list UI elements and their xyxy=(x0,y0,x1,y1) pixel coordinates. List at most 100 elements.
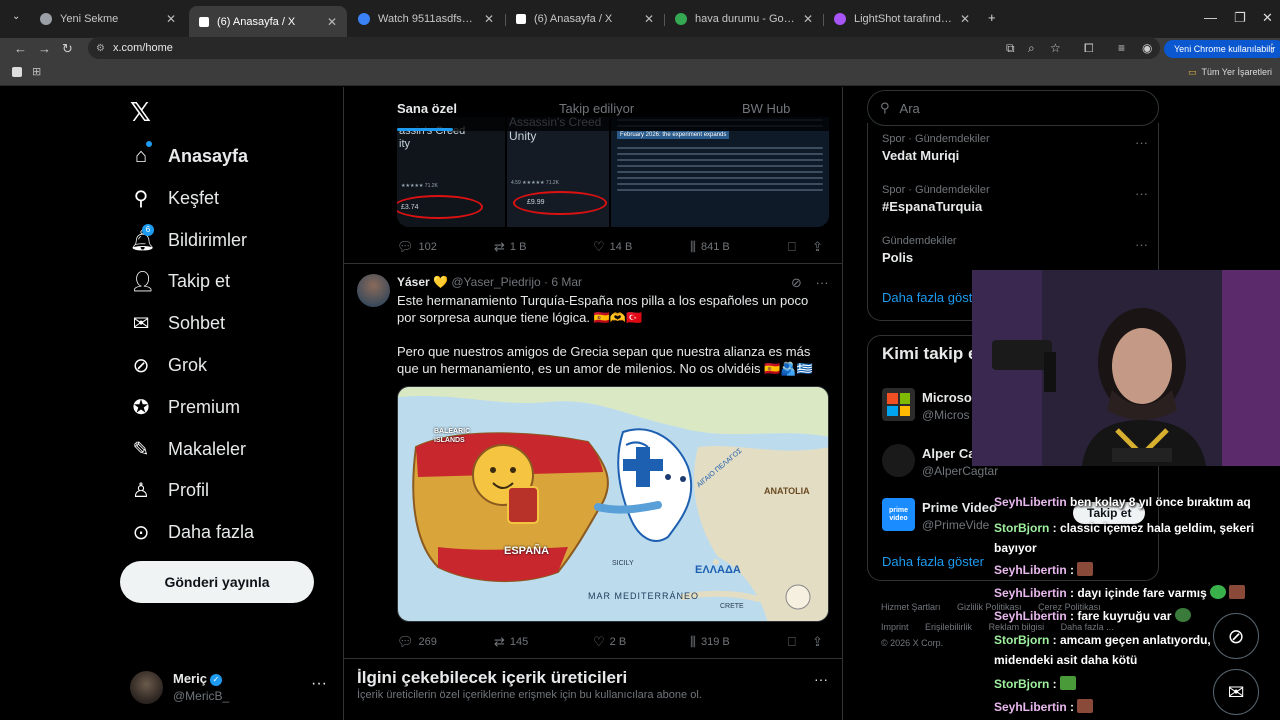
tab-4[interactable]: (6) Anasayfa / X ✕ xyxy=(506,6,664,32)
like-button[interactable]: ♡ 2 B xyxy=(593,634,626,650)
more-dots-icon[interactable]: ··· xyxy=(1135,237,1148,252)
views-button[interactable]: ⫼ 841 B xyxy=(690,239,730,255)
account-switcher[interactable]: Meriç ✓ @MericB_ ··· xyxy=(130,669,330,709)
site-info-icon[interactable]: ⚙ xyxy=(96,43,105,54)
grok-fab-icon[interactable]: ⊘ xyxy=(1213,613,1259,659)
apps-grid-icon[interactable]: ⊞ xyxy=(32,65,41,78)
nav-profile[interactable]: ♙ Profil xyxy=(130,474,209,506)
share-button[interactable]: ⇪ xyxy=(812,634,828,650)
reply-button[interactable]: 💬︎ 102 xyxy=(397,239,437,255)
tab-3[interactable]: Watch 9511asdfsgf4bgnb8a9we ✕ xyxy=(348,6,504,32)
avatar[interactable] xyxy=(357,274,390,307)
bookmark-button[interactable]: ⎕ xyxy=(788,634,801,650)
repost-button[interactable]: ⇄ 145 xyxy=(494,634,528,650)
tab-following[interactable]: Takip ediliyor xyxy=(559,101,634,116)
nav-explore[interactable]: ⚲ Keşfet xyxy=(130,182,219,214)
like-button[interactable]: ♡ 14 B xyxy=(593,239,632,255)
views-button[interactable]: ⫼ 319 B xyxy=(690,634,730,650)
chat-text: : xyxy=(1049,677,1061,691)
messages-fab-icon[interactable]: ✉ xyxy=(1213,669,1259,715)
url-field[interactable]: ⚙ x.com/home xyxy=(88,37,1160,59)
trend-item[interactable]: Spor · Gündemdekiler #EspanaTurquia ··· xyxy=(882,184,1148,214)
chat-user: SeyhLibertin xyxy=(994,495,1067,509)
bookmark-page-icon[interactable] xyxy=(12,67,22,77)
nav-follow[interactable]: 👤︎ Takip et xyxy=(130,265,230,297)
footer-link[interactable]: Hizmet Şartları xyxy=(881,602,941,612)
close-window-icon[interactable]: ✕ xyxy=(1262,10,1273,26)
new-tab-icon[interactable]: + xyxy=(988,10,996,25)
close-tab-icon[interactable]: ✕ xyxy=(484,12,494,26)
bookmark-button[interactable]: ⎕ xyxy=(788,239,801,255)
close-tab-icon[interactable]: ✕ xyxy=(960,12,970,26)
footer-link[interactable]: Erişilebilirlik xyxy=(925,622,972,632)
tweet1-media[interactable]: assin's Creed ity ★★★★★ 71.2K £3.74 Assa… xyxy=(397,117,829,227)
close-tab-icon[interactable]: ✕ xyxy=(166,12,176,26)
post-button[interactable]: Gönderi yayınla xyxy=(120,561,314,603)
chat-user: StorBjorn xyxy=(994,633,1050,647)
nav-more[interactable]: ⊙ Daha fazla xyxy=(130,516,254,548)
x-logo-icon[interactable]: 𝕏 xyxy=(130,97,151,128)
close-tab-icon[interactable]: ✕ xyxy=(644,12,654,26)
all-bookmarks[interactable]: ▭ Tüm Yer İşaretleri xyxy=(1188,67,1272,78)
tweet-date[interactable]: · 6 Mar xyxy=(544,275,582,289)
zoom-icon[interactable]: ⌕ xyxy=(1028,41,1035,56)
reply-button[interactable]: 💬︎ 269 xyxy=(397,634,437,650)
footer-link[interactable]: Imprint xyxy=(881,622,909,632)
address-bar-row: ← → ↻ ⚙ x.com/home ⧉ ⌕ ☆ ⧠ ≡ ◉ Yeni Chro… xyxy=(0,37,1280,60)
more-dots-icon[interactable]: ··· xyxy=(814,671,828,687)
bookmark-icon: ⎕ xyxy=(788,239,796,254)
nav-chat[interactable]: ✉ Sohbet xyxy=(130,307,225,339)
account-handle: @AlperCagtar xyxy=(922,464,999,478)
extensions-icon[interactable]: ⧠ xyxy=(1084,41,1094,56)
tab-bw-hub[interactable]: BW Hub xyxy=(742,101,790,116)
share-button[interactable]: ⇪ xyxy=(812,239,828,255)
reload-icon[interactable]: ↻ xyxy=(62,41,73,57)
install-icon[interactable]: ⧉ xyxy=(1006,41,1015,56)
more-dots-icon[interactable]: ··· xyxy=(1135,186,1148,201)
follow-show-more-link[interactable]: Daha fazla göster xyxy=(882,554,984,569)
main-feed: Sana özel Takip ediliyor BW Hub assin's … xyxy=(343,87,843,720)
repost-count: 1 B xyxy=(509,241,527,253)
back-icon[interactable]: ← xyxy=(14,41,27,56)
nav-grok[interactable]: ⊘ Grok xyxy=(130,349,207,381)
tweet2-map-image[interactable]: BALEARIC ISLANDS ESPAÑA ΕΛΛΑΔΑ ANATOLIA … xyxy=(397,386,829,622)
media-icon[interactable]: ≡ xyxy=(1118,41,1125,55)
search-input[interactable]: ⚲ Ara xyxy=(867,90,1159,126)
grok-icon[interactable]: ⊘ xyxy=(791,275,802,290)
repost-button[interactable]: ⇄ 1 B xyxy=(494,239,526,255)
tab-title: (6) Anasayfa / X xyxy=(217,16,296,28)
tab-1[interactable]: Yeni Sekme ✕ xyxy=(30,6,186,32)
nav-premium[interactable]: ✪ Premium xyxy=(130,391,240,423)
verified-icon: ✓ xyxy=(209,674,222,686)
trend-item[interactable]: Gündemdekiler Polis ··· xyxy=(882,235,1148,265)
profile-icon[interactable]: ◉ xyxy=(1142,41,1152,55)
nav-articles[interactable]: ✎ Makaleler xyxy=(130,433,246,465)
account-handle: @Micros xyxy=(922,408,970,422)
tab-for-you[interactable]: Sana özel xyxy=(397,101,457,116)
trends-show-more-link[interactable]: Daha fazla göster xyxy=(882,290,984,305)
tab-5[interactable]: hava durumu - Google'da Ara ✕ xyxy=(665,6,823,32)
tab-2-active[interactable]: (6) Anasayfa / X ✕ xyxy=(189,6,347,38)
forward-icon[interactable]: → xyxy=(38,41,51,56)
minimize-icon[interactable]: — xyxy=(1204,10,1217,25)
trend-item[interactable]: Spor · Gündemdekiler Vedat Muriqi ··· xyxy=(882,133,1148,163)
tab-title: Yeni Sekme xyxy=(60,13,119,25)
bookmark-star-icon[interactable]: ☆ xyxy=(1050,41,1061,55)
chrome-menu-icon[interactable]: ⋮ xyxy=(1266,41,1278,55)
restore-icon[interactable]: ❐ xyxy=(1234,10,1246,26)
chat-text: : xyxy=(1066,563,1078,577)
tweet-author-name[interactable]: Yáser xyxy=(397,275,430,289)
tweet2-actions: 💬︎ 269 ⇄ 145 ♡ 2 B ⫼ 319 B ⎕ ⇪ xyxy=(397,632,829,652)
repost-count: 145 xyxy=(509,636,529,648)
tab-6[interactable]: LightShot tarafından Ekran Görü ✕ xyxy=(824,6,980,32)
chrome-update-button[interactable]: Yeni Chrome kullanılabilir xyxy=(1164,40,1280,58)
all-bookmarks-label: Tüm Yer İşaretleri xyxy=(1201,67,1272,77)
more-dots-icon[interactable]: ··· xyxy=(311,675,327,693)
close-tab-icon[interactable]: ✕ xyxy=(803,12,813,26)
tweet-author-handle[interactable]: @Yaser_Piedrijo xyxy=(451,275,540,289)
more-dots-icon[interactable]: ··· xyxy=(1135,135,1148,150)
more-dots-icon[interactable]: ··· xyxy=(816,275,829,290)
tab-search-icon[interactable]: ⌄ xyxy=(12,11,20,22)
heart-icon: ♡ xyxy=(593,239,605,254)
close-tab-icon[interactable]: ✕ xyxy=(327,15,337,29)
